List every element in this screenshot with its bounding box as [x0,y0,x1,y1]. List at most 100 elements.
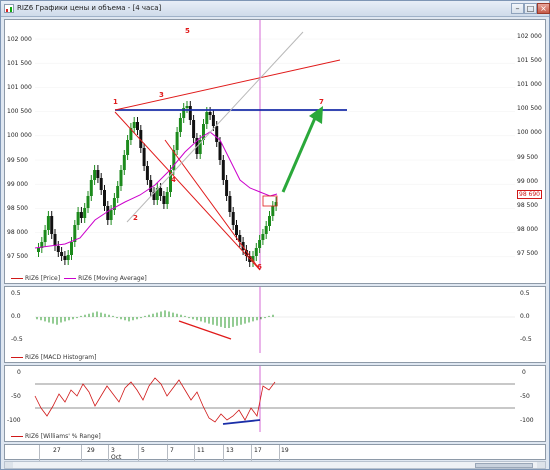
williams-range-pane[interactable]: 0 -50 -100 0 -50 -100 RIZ6 [Williams' % … [4,365,546,442]
date-label-19: 19 [281,447,289,454]
candle-body [83,208,87,218]
date-label-5: 5 [141,447,145,454]
macd-tick-right-0-5: 0.5 [520,290,530,297]
date-tick [251,445,252,461]
candle-body [132,122,136,128]
candle-body [165,192,169,204]
y-tick-left-97500: 97 500 [7,253,28,260]
macd-histogram-pane[interactable]: 0.5 0.0 -0.5 0.5 0.0 -0.5 RIZ6 [MACD His… [4,286,546,363]
candle-body [205,112,209,124]
candle-body [116,186,120,198]
wr-tick-right-0: 0 [522,369,526,376]
upper-trend-line [114,59,341,111]
y-tick-right-98500: 98 500 [517,202,538,209]
wave-label-7: 7 [319,98,324,106]
legend-williams-range: RIZ6 [Williams' % Range] [11,433,101,440]
title-bar[interactable]: RIZ6 Графики цены и объема - [4 часа] – … [1,1,550,17]
y-tick-left-100000: 100 000 [7,132,32,139]
date-label-11: 11 [197,447,205,454]
candle-body [159,188,163,196]
candle-body [188,106,192,120]
date-tick [108,445,109,461]
wave-label-4: 4 [171,176,176,184]
candle-body [50,216,54,234]
candle-body [254,248,258,256]
date-tick [81,445,82,461]
candle-body [175,132,179,150]
wr-legend: RIZ6 [Williams' % Range] [11,433,101,440]
candle-body [126,140,130,155]
candle-body [149,180,153,192]
macd-divergence-line [178,320,232,340]
scroll-left-arrow[interactable] [5,462,13,468]
macd-tick-right-neg-0-5: -0.5 [520,336,532,343]
y-tick-left-99000: 99 000 [7,181,28,188]
candle-body [221,160,225,180]
candle-body [60,252,64,256]
y-tick-left-98500: 98 500 [7,205,28,212]
candle-body [56,246,60,252]
legend-price: RIZ6 [Price] [11,275,60,282]
wave-label-2: 2 [133,214,138,222]
candle-body [268,216,271,226]
gray-trend-line [126,31,304,223]
price-chart: 1 2 3 4 5 6 7 [34,20,515,271]
y-tick-left-99500: 99 500 [7,157,28,164]
candle-body [162,196,166,204]
wr-tick-left-100: -100 [7,417,21,424]
macd-tick-right-0-0: 0.0 [520,313,530,320]
candle-body [43,230,47,242]
date-tick [223,445,224,461]
minimize-button[interactable]: – [511,3,524,14]
projection-arrowhead [309,106,323,124]
candle-body [66,255,70,260]
candle-body [215,126,219,142]
candle-body [225,180,229,196]
candle-body [76,212,80,225]
y-tick-right-99500: 99 500 [517,154,538,161]
candle-body [79,212,83,218]
y-tick-right-100500: 100 500 [517,105,542,112]
y-tick-left-101500: 101 500 [7,60,32,67]
candle-body [37,248,40,252]
date-label-29: 29 [87,447,95,454]
legend-moving-average: RIZ6 [Moving Average] [64,275,147,282]
candle-body [228,196,232,212]
scroll-right-arrow[interactable] [537,462,545,468]
chart-app-icon [4,4,14,13]
candle-body [208,112,212,115]
y-tick-right-101000: 101 000 [517,81,542,88]
candle-body [271,206,275,216]
date-label-3: 3 [111,447,115,454]
candle-body [63,256,67,260]
y-tick-right-102000: 102 000 [517,33,542,40]
candle-body [178,118,182,132]
wr-tick-right-50: -50 [520,393,530,400]
macd-tick-left-0-0: 0.0 [11,313,21,320]
date-tick [138,445,139,461]
y-tick-right-97500: 97 500 [517,250,538,257]
price-chart-pane[interactable]: 1234567 102 000 101 500 101 000 100 500 … [4,19,546,284]
candle-body [192,120,196,138]
candle-body [145,166,149,180]
close-button[interactable]: × [537,3,550,14]
wr-tick-right-100: -100 [520,417,534,424]
candle-body [231,212,235,225]
price-grid [35,20,515,270]
horizontal-scrollbar[interactable] [4,461,546,469]
scrollbar-thumb[interactable] [475,463,533,468]
price-overlay: 1 2 3 4 5 6 7 [113,27,347,271]
candle-body [122,155,126,170]
price-legend: RIZ6 [Price] RIZ6 [Moving Average] [11,275,147,282]
candle-body [261,234,265,240]
candle-body [185,106,189,108]
williams-range-chart [34,366,515,432]
candle-body [218,142,222,160]
maximize-button[interactable]: □ [524,3,537,14]
y-tick-left-100500: 100 500 [7,108,32,115]
projection-arrow [281,117,317,193]
candle-body [119,170,123,186]
window-title: RIZ6 Графики цены и объема - [4 часа] [17,4,162,12]
y-tick-left-101000: 101 000 [7,84,32,91]
candle-body [46,216,50,230]
